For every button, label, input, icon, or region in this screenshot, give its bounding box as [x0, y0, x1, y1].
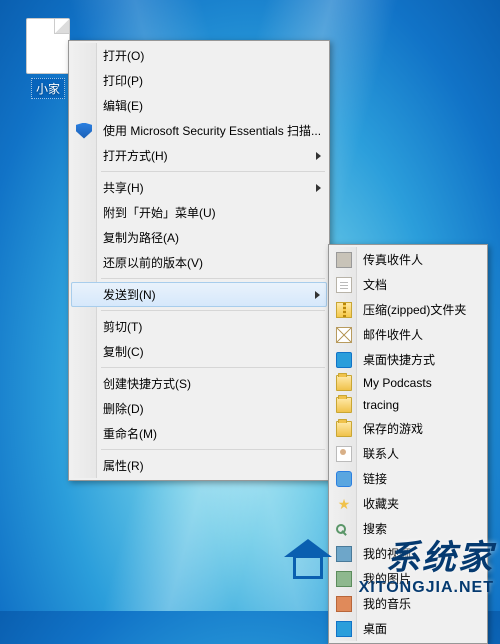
sendto-item-label: 收藏夹 [363, 497, 399, 511]
sendto-item-label: 我的音乐 [363, 597, 411, 611]
pict-icon [336, 571, 352, 587]
sendto-item-label: My Podcasts [363, 376, 432, 390]
menu-item[interactable]: 打开方式(H) [71, 143, 327, 168]
sendto-item[interactable]: 传真收件人 [331, 247, 485, 272]
video-icon [336, 546, 352, 562]
folder-icon [336, 421, 352, 437]
watermark: 系统家 XITONGJIA.NET [359, 530, 494, 597]
menu-item-label: 打开(O) [103, 49, 144, 63]
mail-icon [336, 327, 352, 343]
menu-item-label: 打印(P) [103, 74, 143, 88]
menu-separator [101, 367, 325, 368]
menu-item-label: 编辑(E) [103, 99, 143, 113]
desktop-file-label: 小家 [31, 78, 65, 99]
fax-icon [336, 252, 352, 268]
menu-item-label: 附到「开始」菜单(U) [103, 206, 216, 220]
watermark-title: 系统家 [359, 530, 494, 579]
sendto-item-label: 桌面 [363, 622, 387, 636]
submenu-arrow-icon [315, 291, 320, 299]
sendto-item[interactable]: tracing [331, 394, 485, 416]
menu-item-label: 删除(D) [103, 402, 144, 416]
sendto-item[interactable]: 保存的游戏 [331, 416, 485, 441]
menu-item[interactable]: 还原以前的版本(V) [71, 250, 327, 275]
sendto-item-label: 压缩(zipped)文件夹 [363, 303, 466, 317]
menu-item-label: 还原以前的版本(V) [103, 256, 203, 270]
desk-icon [336, 352, 352, 368]
sendto-item[interactable]: ★ 收藏夹 [331, 491, 485, 516]
search-icon [336, 524, 346, 534]
sendto-item-label: 联系人 [363, 447, 399, 461]
submenu-arrow-icon [316, 184, 321, 192]
menu-item-label: 复制为路径(A) [103, 231, 179, 245]
sendto-item[interactable]: 桌面快捷方式 [331, 347, 485, 372]
menu-item[interactable]: 发送到(N) [71, 282, 327, 307]
menu-item-label: 复制(C) [103, 345, 144, 359]
zip-icon [336, 302, 352, 318]
sendto-item-label: tracing [363, 398, 399, 412]
menu-item[interactable]: 打开(O) [71, 43, 327, 68]
sendto-item[interactable]: My Podcasts [331, 372, 485, 394]
deskf-icon [336, 621, 352, 637]
folder-icon [336, 375, 352, 391]
folder-icon [336, 397, 352, 413]
music-icon [336, 596, 352, 612]
menu-item[interactable]: 附到「开始」菜单(U) [71, 200, 327, 225]
sendto-item[interactable]: 压缩(zipped)文件夹 [331, 297, 485, 322]
menu-item[interactable]: 编辑(E) [71, 93, 327, 118]
menu-item-label: 共享(H) [103, 181, 144, 195]
file-context-menu: 打开(O) 打印(P) 编辑(E) 使用 Microsoft Security Ess… [68, 40, 330, 481]
menu-item-label: 打开方式(H) [103, 149, 168, 163]
menu-item-label: 发送到(N) [103, 288, 156, 302]
menu-item-label: 属性(R) [103, 459, 144, 473]
text-file-icon [26, 18, 70, 74]
menu-item[interactable]: 属性(R) [71, 453, 327, 478]
sendto-item[interactable]: 联系人 [331, 441, 485, 466]
menu-separator [101, 171, 325, 172]
watermark-url: XITONGJIA.NET [359, 579, 494, 597]
sendto-item-label: 桌面快捷方式 [363, 353, 435, 367]
contact-icon [336, 446, 352, 462]
sendto-item-label: 邮件收件人 [363, 328, 423, 342]
menu-item[interactable]: 剪切(T) [71, 314, 327, 339]
menu-item[interactable]: 创建快捷方式(S) [71, 371, 327, 396]
menu-item[interactable]: 共享(H) [71, 175, 327, 200]
menu-item-label: 创建快捷方式(S) [103, 377, 191, 391]
menu-separator [101, 449, 325, 450]
sendto-item-label: 文档 [363, 278, 387, 292]
menu-item-label: 使用 Microsoft Security Essentials 扫描... [103, 124, 321, 138]
sendto-item[interactable]: 邮件收件人 [331, 322, 485, 347]
shield-icon [76, 123, 92, 139]
doc-icon [336, 277, 352, 293]
menu-item[interactable]: 复制为路径(A) [71, 225, 327, 250]
menu-separator [101, 310, 325, 311]
menu-item-label: 重命名(M) [103, 427, 157, 441]
menu-item[interactable]: 重命名(M) [71, 421, 327, 446]
menu-item-label: 剪切(T) [103, 320, 142, 334]
sendto-item[interactable]: 桌面 [331, 616, 485, 641]
sendto-item[interactable]: 链接 [331, 466, 485, 491]
sendto-item-label: 链接 [363, 472, 387, 486]
submenu-arrow-icon [316, 152, 321, 160]
link-icon [336, 471, 352, 487]
menu-item[interactable]: 复制(C) [71, 339, 327, 364]
menu-item[interactable]: 使用 Microsoft Security Essentials 扫描... [71, 118, 327, 143]
menu-separator [101, 278, 325, 279]
sendto-item[interactable]: 文档 [331, 272, 485, 297]
sendto-item-label: 保存的游戏 [363, 422, 423, 436]
menu-item[interactable]: 删除(D) [71, 396, 327, 421]
star-icon: ★ [336, 496, 352, 512]
menu-item[interactable]: 打印(P) [71, 68, 327, 93]
watermark-logo [284, 539, 332, 581]
sendto-item-label: 传真收件人 [363, 253, 423, 267]
